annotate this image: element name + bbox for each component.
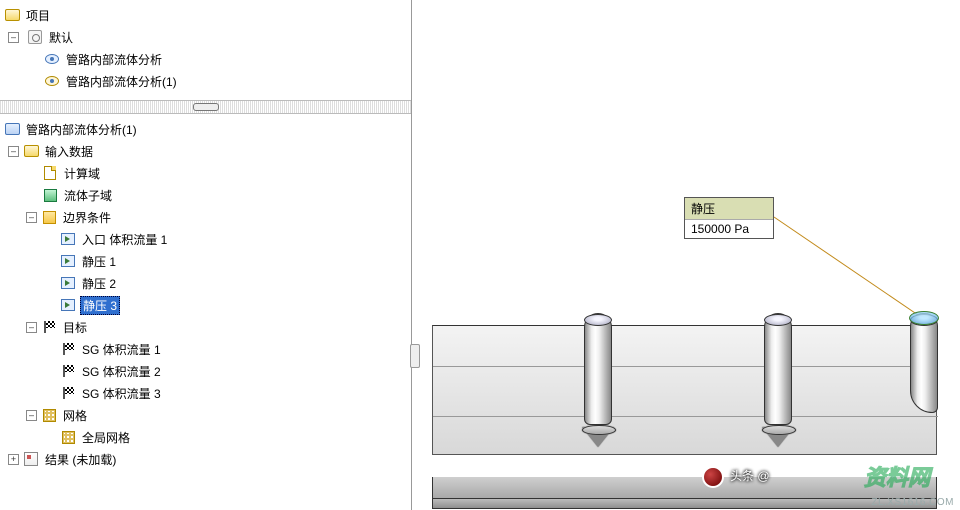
outlet-pipe-1 xyxy=(584,313,612,425)
collapse-toggle[interactable]: – xyxy=(8,32,19,43)
boundary-item-icon xyxy=(60,275,76,291)
analysis-title: 管路内部流体分析(1) xyxy=(24,121,139,138)
analysis-icon xyxy=(4,121,20,137)
input-folder-icon xyxy=(23,143,39,159)
goals-label: 目标 xyxy=(61,319,89,336)
project-default-node[interactable]: – 默认 xyxy=(2,26,409,48)
boundary-item-1[interactable]: 静压 1 xyxy=(2,250,409,272)
project-root-label: 项目 xyxy=(24,7,52,24)
manifold-body xyxy=(432,325,937,455)
boundary-item-label: 静压 1 xyxy=(80,253,118,270)
flag-icon xyxy=(41,319,57,335)
global-mesh-node[interactable]: 全局网格 xyxy=(2,426,409,448)
pin-icon xyxy=(27,29,43,45)
collapse-toggle[interactable]: – xyxy=(26,212,37,223)
flag-icon xyxy=(60,341,76,357)
results-label: 结果 (未加载) xyxy=(43,451,118,468)
cube-icon xyxy=(42,187,58,203)
goal-item-label: SG 体积流量 2 xyxy=(80,363,163,380)
manifold-foot xyxy=(432,499,937,509)
viewport-3d[interactable]: 静压 150000 Pa 头条 @ 资料网 ZL.XS1616.COM xyxy=(412,0,960,510)
horizontal-splitter[interactable] xyxy=(0,100,411,114)
flag-icon xyxy=(60,363,76,379)
selected-face-highlight[interactable] xyxy=(909,311,939,325)
callout-title: 静压 xyxy=(685,198,773,220)
fluid-subdomain-node[interactable]: 流体子域 xyxy=(2,184,409,206)
watermark-credit: 头条 @ xyxy=(730,467,770,484)
boundary-item-0[interactable]: 入口 体积流量 1 xyxy=(2,228,409,250)
project-tree: 项目 – 默认 xyxy=(0,0,411,100)
outlet-pipe-3 xyxy=(910,313,938,413)
config-icon xyxy=(44,73,60,89)
analysis-root[interactable]: 管路内部流体分析(1) xyxy=(2,118,409,140)
boundary-icon xyxy=(41,209,57,225)
junction-1 xyxy=(582,427,614,447)
outlet-pipe-2 xyxy=(764,313,792,425)
goal-item-1[interactable]: SG 体积流量 2 xyxy=(2,360,409,382)
boundary-item-2[interactable]: 静压 2 xyxy=(2,272,409,294)
goal-item-0[interactable]: SG 体积流量 1 xyxy=(2,338,409,360)
config-item-0[interactable]: 管路内部流体分析 xyxy=(2,48,409,70)
boundary-item-3[interactable]: 静压 3 xyxy=(2,294,409,316)
collapse-toggle[interactable]: – xyxy=(26,410,37,421)
input-data-label: 输入数据 xyxy=(43,143,95,160)
input-data-node[interactable]: – 输入数据 xyxy=(2,140,409,162)
collapse-toggle[interactable]: – xyxy=(26,322,37,333)
boundary-label: 边界条件 xyxy=(61,209,113,226)
boundary-item-icon xyxy=(60,231,76,247)
mesh-node[interactable]: – 网格 xyxy=(2,404,409,426)
comp-domain-label: 计算域 xyxy=(62,165,102,182)
fluid-subdomain-label: 流体子域 xyxy=(62,187,114,204)
global-mesh-label: 全局网格 xyxy=(80,429,132,446)
watermark-logo: 资料网 xyxy=(864,460,930,492)
boundary-item-label: 静压 3 xyxy=(80,296,120,315)
pipe-manifold-model xyxy=(432,305,942,485)
watermark-url: ZL.XS1616.COM xyxy=(871,497,954,508)
boundary-item-icon xyxy=(60,253,76,269)
watermark-avatar xyxy=(702,466,724,488)
manifold-base xyxy=(432,477,937,499)
collapse-toggle[interactable]: – xyxy=(8,146,19,157)
analysis-tree: 管路内部流体分析(1) – 输入数据 xyxy=(0,114,411,510)
goals-node[interactable]: – 目标 xyxy=(2,316,409,338)
boundary-item-label: 静压 2 xyxy=(80,275,118,292)
eye-icon xyxy=(44,51,60,67)
junction-2 xyxy=(762,427,794,447)
config-item-1[interactable]: 管路内部流体分析(1) xyxy=(2,70,409,92)
mesh-icon xyxy=(41,407,57,423)
comp-domain-node[interactable]: 计算域 xyxy=(2,162,409,184)
results-icon xyxy=(23,451,39,467)
mesh-label: 网格 xyxy=(61,407,89,424)
callout-box[interactable]: 静压 150000 Pa xyxy=(684,197,774,239)
expand-toggle[interactable]: + xyxy=(8,454,19,465)
boundary-item-icon xyxy=(60,297,76,313)
default-label: 默认 xyxy=(47,29,75,46)
box-icon xyxy=(42,165,58,181)
callout-value: 150000 Pa xyxy=(685,220,773,238)
flag-icon xyxy=(60,385,76,401)
folder-icon xyxy=(4,7,20,23)
boundary-item-label: 入口 体积流量 1 xyxy=(80,231,169,248)
config-label-1: 管路内部流体分析(1) xyxy=(64,73,179,90)
results-node[interactable]: + 结果 (未加载) xyxy=(2,448,409,470)
config-label-0: 管路内部流体分析 xyxy=(64,51,164,68)
vertical-splitter-handle[interactable] xyxy=(410,344,420,368)
mesh-icon xyxy=(60,429,76,445)
goal-item-label: SG 体积流量 3 xyxy=(80,385,163,402)
boundary-node[interactable]: – 边界条件 xyxy=(2,206,409,228)
project-root[interactable]: 项目 xyxy=(2,4,409,26)
goal-item-label: SG 体积流量 1 xyxy=(80,341,163,358)
goal-item-2[interactable]: SG 体积流量 3 xyxy=(2,382,409,404)
